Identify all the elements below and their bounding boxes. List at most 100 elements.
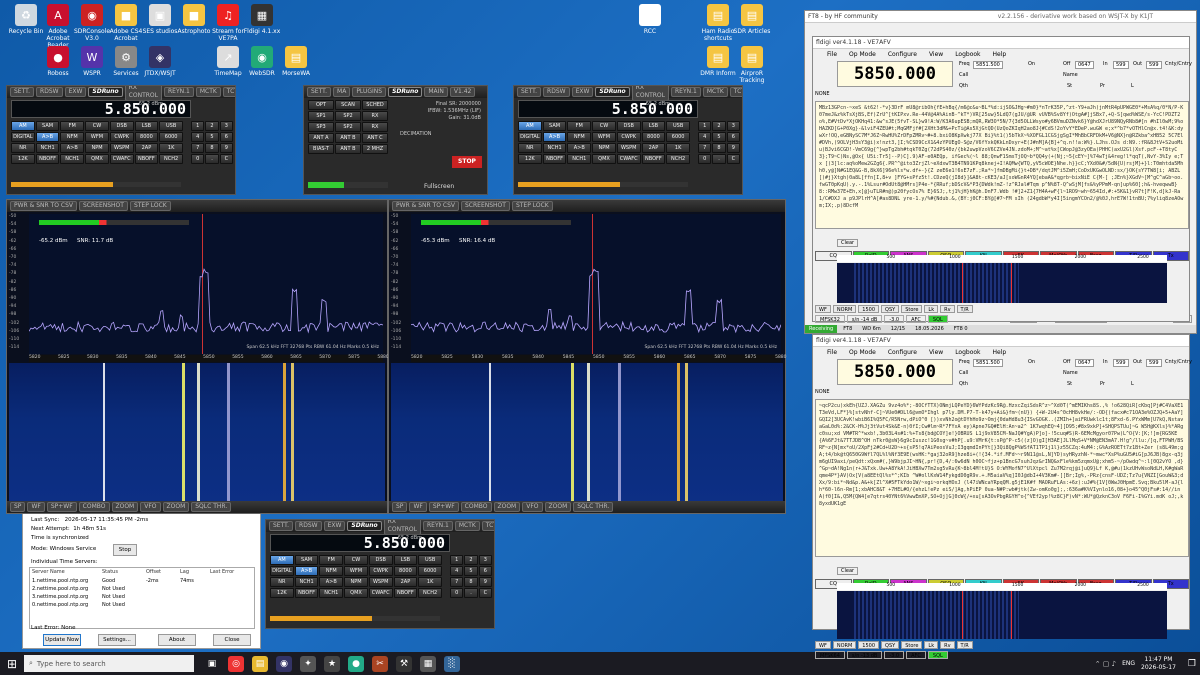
mode-button[interactable]: A>B [36, 132, 60, 142]
menu-item[interactable]: Configure [888, 349, 917, 356]
sdr-tab[interactable]: SDRuno [388, 87, 422, 97]
rsp-button[interactable]: SCAN [335, 100, 361, 110]
mode-button[interactable]: SAM [543, 121, 567, 131]
spectrum-tab[interactable]: STEP LOCK [512, 201, 553, 211]
wf-control[interactable]: Rv [940, 305, 954, 313]
mode-button[interactable]: DIGITAL [270, 566, 294, 576]
mode-button[interactable]: NCH2 [666, 154, 690, 164]
rsp-button[interactable]: OPT [308, 100, 334, 110]
mode-button[interactable]: 12K [270, 588, 294, 598]
mode-button[interactable]: NBOFF [642, 154, 666, 164]
mode-button[interactable]: NPM [592, 143, 616, 153]
rsp-button[interactable]: SP3 [308, 122, 334, 132]
sdr-tab[interactable]: V1.42 [450, 87, 475, 97]
rsp-button[interactable]: SP1 [308, 111, 334, 121]
display-mode-tab[interactable]: SP [10, 502, 25, 512]
keypad-key[interactable]: 3 [479, 555, 492, 565]
chat-icon[interactable]: ● [348, 656, 364, 672]
display-mode-tab[interactable]: ZOOM [545, 502, 572, 512]
keypad-key[interactable]: 9 [479, 577, 492, 587]
keypad-key[interactable]: 3 [727, 121, 740, 131]
sdr-tab[interactable]: RDSW [36, 87, 63, 97]
volume-slider[interactable] [518, 182, 688, 187]
keypad-key[interactable]: C [727, 154, 740, 164]
mode-button[interactable]: 2AP [135, 143, 159, 153]
mode-button[interactable]: WFM [592, 132, 616, 142]
rsp-button[interactable]: ANT A [308, 133, 334, 143]
display-mode-tab[interactable]: WF [409, 502, 426, 512]
mode-button[interactable]: 2AP [394, 577, 418, 587]
mode-button[interactable]: CWAFC [369, 588, 393, 598]
wf-control[interactable]: 1500 [858, 305, 879, 313]
fldigi-clear-button[interactable]: Clear [837, 567, 858, 575]
mode-button[interactable]: NCH2 [159, 154, 183, 164]
sdr-tab[interactable]: SDRuno [88, 87, 122, 97]
wf-control[interactable]: T/R [957, 641, 973, 649]
mode-button[interactable]: 8000 [394, 566, 418, 576]
keypad-key[interactable]: . [464, 588, 477, 598]
mode-button[interactable]: DSB [369, 555, 393, 565]
wf-control[interactable]: Rv [940, 641, 954, 649]
mode-button[interactable]: 8000 [642, 132, 666, 142]
mode-button[interactable]: CWPK [110, 132, 134, 142]
keypad-key[interactable]: . [205, 154, 218, 164]
search-box[interactable]: ⌕ Type here to search [24, 655, 194, 672]
display-mode-tab[interactable]: SP+WF [47, 502, 77, 512]
keypad-key[interactable]: 8 [464, 577, 477, 587]
keypad-key[interactable]: 4 [698, 132, 711, 142]
wf-control[interactable]: QSY [881, 305, 899, 313]
app-icon[interactable]: ⚒ [396, 656, 412, 672]
display-mode-tab[interactable]: ZOOM [494, 502, 521, 512]
sdr-tab[interactable]: PLUGINS [352, 87, 386, 97]
wf-control[interactable]: Store [901, 641, 922, 649]
menu-item[interactable]: Configure [888, 51, 917, 58]
display-mode-tab[interactable]: SP [392, 502, 407, 512]
rsp-button[interactable]: BIAS-T [308, 144, 334, 154]
mode-button[interactable]: AM [518, 121, 542, 131]
mode-button[interactable]: NCH2 [418, 588, 442, 598]
mode-button[interactable]: NCH1 [36, 143, 60, 153]
fldigi-receive-text[interactable]: ~qcP2cu)xkEh{UZJ.XAGZu 9vz4o%*;-8OCfTTX)… [815, 399, 1189, 557]
mode-button[interactable]: 1K [666, 143, 690, 153]
waterfall[interactable] [9, 363, 385, 503]
mode-button[interactable]: NCH1 [543, 143, 567, 153]
desktop-icon[interactable]: ▤ AirproR Tracking [732, 46, 772, 84]
keypad-key[interactable]: 1 [450, 555, 463, 565]
menu-item[interactable]: Logbook [955, 349, 980, 356]
notification-icon[interactable]: ❐ [1188, 659, 1196, 669]
keypad-key[interactable]: 5 [464, 566, 477, 576]
rsp-button[interactable]: 2 MHZ [362, 144, 388, 154]
mode-button[interactable]: QMX [592, 154, 616, 164]
wf-control[interactable]: QSY [881, 641, 899, 649]
mode-button[interactable]: NBOFF [295, 588, 319, 598]
mode-button[interactable]: CW [344, 555, 368, 565]
menu-item[interactable]: Op Mode [849, 349, 876, 356]
volume-slider[interactable] [11, 182, 181, 187]
sdr-tab[interactable]: SDRuno [595, 87, 629, 97]
keypad-key[interactable]: 5 [205, 132, 218, 142]
tray-icons[interactable]: ⌃ ▢ ♪ [1095, 660, 1116, 668]
waterfall[interactable] [391, 363, 783, 503]
mode-button[interactable]: 12K [518, 154, 542, 164]
keypad-key[interactable]: 0 [450, 588, 463, 598]
keypad-key[interactable]: 8 [205, 143, 218, 153]
sdr-tab[interactable]: MCTK [703, 87, 728, 97]
sdr-tab[interactable]: EXW [324, 521, 346, 531]
volume-slider[interactable] [270, 616, 440, 621]
desktop-icon[interactable]: ▤ SDR Articles [732, 4, 772, 35]
keypad-key[interactable]: 5 [712, 132, 725, 142]
keypad-key[interactable]: 1 [191, 121, 204, 131]
rsp-button[interactable]: SCHED [362, 100, 388, 110]
app-icon[interactable]: ★ [324, 656, 340, 672]
mode-button[interactable]: DIGITAL [518, 132, 542, 142]
mode-button[interactable]: 8000 [135, 132, 159, 142]
mode-button[interactable]: DSB [617, 121, 641, 131]
mode-button[interactable]: NBOFF [543, 154, 567, 164]
rx-frequency-display[interactable]: 5.850.000 [518, 100, 698, 118]
keypad-key[interactable]: 7 [191, 143, 204, 153]
sdr-tab[interactable]: TCTR [482, 521, 495, 531]
rsp-button[interactable]: RX [362, 122, 388, 132]
fldigi-field[interactable]: 0647 [1075, 61, 1094, 69]
mode-button[interactable]: NBOFF [394, 588, 418, 598]
desktop-icon[interactable]: ◎ RCC [630, 4, 670, 35]
